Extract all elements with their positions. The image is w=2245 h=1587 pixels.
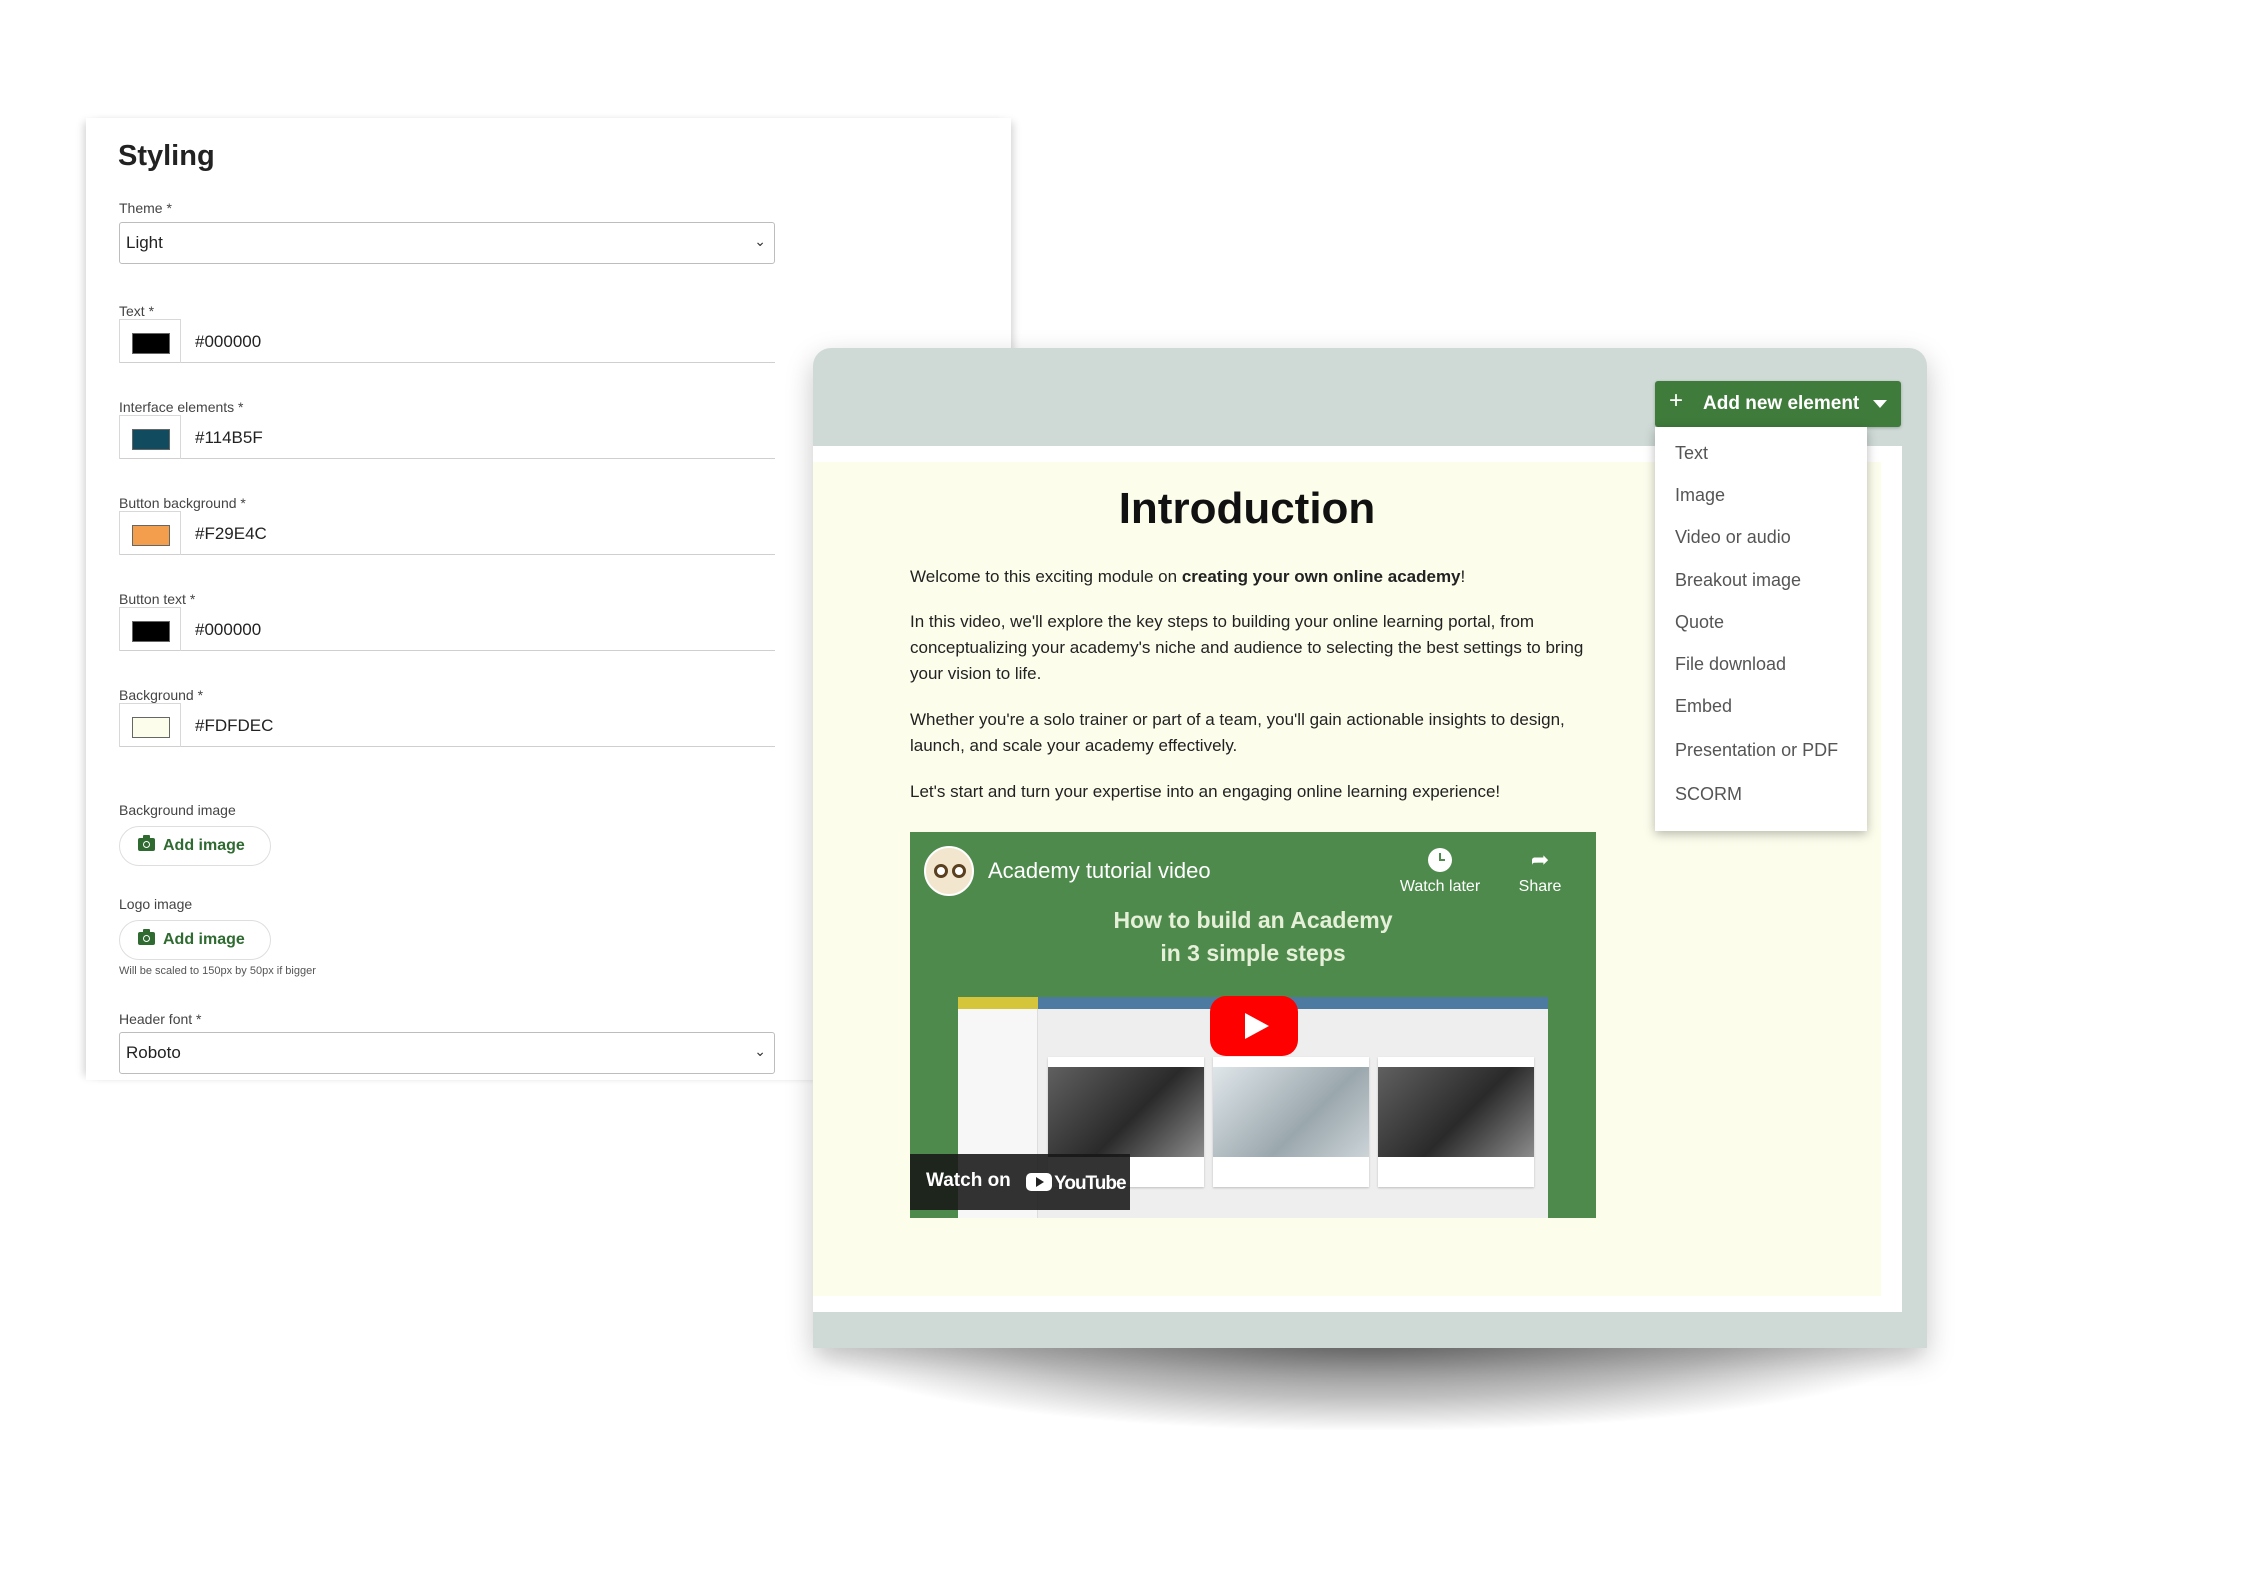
caret-down-icon[interactable]: [1873, 400, 1887, 408]
menu-item-presentation-or-pdf[interactable]: Presentation or PDF: [1675, 740, 1838, 761]
page-title: Introduction: [1118, 484, 1376, 533]
theme-select-value: Light: [126, 233, 163, 252]
chevron-down-icon: ⌄: [754, 1043, 766, 1059]
text-color-picker[interactable]: [119, 319, 181, 363]
paragraph-insights: Whether you're a solo trainer or part of…: [910, 710, 1565, 755]
preview-card: [1213, 1057, 1369, 1187]
interface-color-picker[interactable]: [119, 415, 181, 459]
menu-item-image[interactable]: Image: [1675, 485, 1725, 506]
preview-card: [1378, 1057, 1534, 1187]
play-button[interactable]: [1210, 996, 1298, 1056]
styling-title: Styling: [118, 140, 215, 172]
menu-item-embed[interactable]: Embed: [1675, 696, 1732, 717]
share-button[interactable]: ➦ Share: [1500, 848, 1580, 896]
button-text-picker[interactable]: [119, 607, 181, 651]
theme-select[interactable]: Light ⌄: [119, 222, 775, 264]
header-font-select[interactable]: Roboto ⌄: [119, 1032, 775, 1074]
owl-avatar: [924, 846, 974, 896]
add-new-element-button[interactable]: + Add new element: [1655, 381, 1901, 427]
preview-card-image: [1378, 1067, 1534, 1157]
video-headline-line1: How to build an Academy: [1113, 907, 1393, 933]
button-text-field[interactable]: #000000: [119, 607, 775, 651]
owl-eye-left: [934, 864, 948, 878]
background-color-value: #FDFDEC: [195, 716, 274, 735]
watch-on-label: Watch on: [926, 1170, 1011, 1191]
interface-color-value: #114B5F: [195, 428, 263, 447]
clock-icon: [1428, 848, 1452, 872]
add-new-element-label: Add new element: [1703, 393, 1860, 414]
button-background-field[interactable]: #F29E4C: [119, 511, 775, 555]
video-title[interactable]: Academy tutorial video: [988, 858, 1211, 884]
add-background-image-label: Add image: [163, 837, 245, 854]
preview-card-image: [1213, 1067, 1369, 1157]
youtube-wordmark: YouTube: [1054, 1173, 1126, 1194]
button-background-picker[interactable]: [119, 511, 181, 555]
header-font-select-value: Roboto: [126, 1043, 181, 1062]
button-background-value: #F29E4C: [195, 524, 267, 543]
interface-color-field[interactable]: #114B5F: [119, 415, 775, 459]
background-color-picker[interactable]: [119, 703, 181, 747]
youtube-logo: YouTube: [1026, 1173, 1127, 1195]
add-logo-image-label: Add image: [163, 931, 245, 948]
text-color-swatch: [132, 333, 170, 354]
logo-image-label: Logo image: [119, 896, 193, 912]
youtube-icon: [1026, 1173, 1053, 1191]
welcome-bold: creating your own online academy: [1181, 567, 1461, 586]
welcome-prefix: Welcome to this exciting module on: [910, 567, 1182, 586]
add-logo-image-button[interactable]: Add image: [119, 920, 271, 960]
paragraph-start: Let's start and turn your expertise into…: [910, 782, 1501, 801]
interface-color-swatch: [132, 429, 170, 450]
paragraph-welcome: Welcome to this exciting module on creat…: [910, 564, 1600, 590]
plus-icon: +: [1669, 387, 1684, 414]
button-text-swatch: [132, 621, 170, 642]
chevron-down-icon: ⌄: [754, 233, 766, 249]
welcome-suffix: !: [1460, 567, 1466, 586]
video-embed[interactable]: Academy tutorial video Watch later ➦ Sha…: [910, 832, 1596, 1218]
preview-card-image: [1048, 1067, 1204, 1157]
owl-eye-right: [952, 864, 966, 878]
add-element-menu: Text Image Video or audio Breakout image…: [1655, 427, 1867, 831]
menu-item-scorm[interactable]: SCORM: [1675, 784, 1742, 805]
share-label: Share: [1518, 878, 1562, 895]
button-background-swatch: [132, 525, 170, 546]
camera-icon: [138, 929, 155, 945]
logo-image-help: Will be scaled to 150px by 50px if bigge…: [119, 965, 316, 977]
video-headline: How to build an Academy in 3 simple step…: [910, 904, 1596, 970]
interface-color-label: Interface elements *: [119, 399, 244, 415]
menu-item-breakout-image[interactable]: Breakout image: [1675, 570, 1801, 591]
menu-item-text[interactable]: Text: [1675, 443, 1708, 464]
watch-later-button[interactable]: Watch later: [1390, 848, 1490, 896]
watch-on-youtube-button[interactable]: Watch on YouTube: [910, 1154, 1130, 1210]
add-background-image-button[interactable]: Add image: [119, 826, 271, 866]
theme-label: Theme *: [119, 200, 172, 216]
header-font-label: Header font *: [119, 1011, 202, 1027]
video-headline-line2: in 3 simple steps: [1160, 940, 1346, 966]
text-color-field[interactable]: #000000: [119, 319, 775, 363]
button-text-label: Button text *: [119, 591, 196, 607]
button-background-label: Button background *: [119, 495, 246, 511]
camera-icon: [138, 835, 155, 851]
menu-item-video-or-audio[interactable]: Video or audio: [1675, 527, 1791, 548]
menu-item-quote[interactable]: Quote: [1675, 612, 1724, 633]
background-image-label: Background image: [119, 802, 236, 818]
preview-brand: [958, 997, 1038, 1009]
text-color-label: Text *: [119, 303, 155, 319]
button-text-value: #000000: [195, 620, 262, 639]
background-color-label: Background *: [119, 687, 204, 703]
background-color-field[interactable]: #FDFDEC: [119, 703, 775, 747]
menu-item-file-download[interactable]: File download: [1675, 654, 1786, 675]
text-color-value: #000000: [195, 332, 262, 351]
watch-later-label: Watch later: [1399, 878, 1481, 895]
share-icon: ➦: [1530, 847, 1550, 872]
paragraph-video-intro: In this video, we'll explore the key ste…: [910, 612, 1584, 683]
background-color-swatch: [132, 717, 170, 738]
editor-shadow: [813, 1340, 1927, 1430]
